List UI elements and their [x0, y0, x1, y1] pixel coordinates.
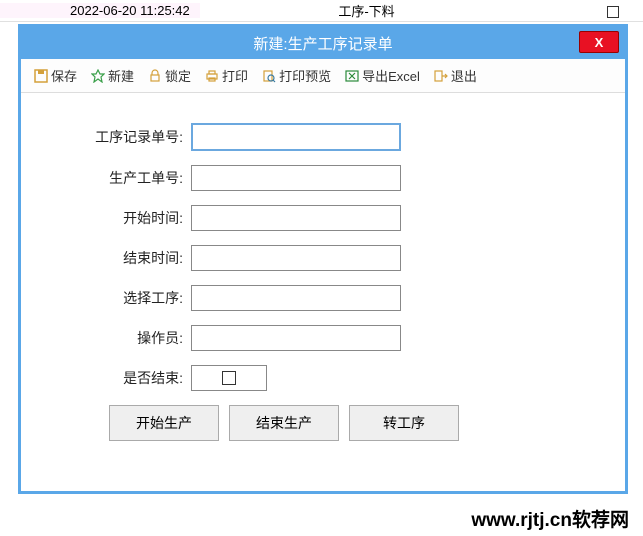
row-operator: 操作员:: [61, 325, 585, 351]
end-label: 结束生产: [256, 413, 312, 433]
exit-icon: [434, 69, 448, 83]
label-end-time: 结束时间:: [61, 248, 191, 268]
checkbox-is-finished[interactable]: [222, 371, 236, 385]
form-area: 工序记录单号: 生产工单号: 开始时间: 结束时间: 选择工序: 操作员: 是否…: [21, 93, 625, 461]
label-work-order: 生产工单号:: [61, 168, 191, 188]
row-end-time: 结束时间:: [61, 245, 585, 271]
watermark: www.rjtj.cn软荐网: [471, 505, 629, 532]
bg-checkbox[interactable]: [607, 6, 619, 18]
transfer-process-button[interactable]: 转工序: [349, 405, 459, 441]
label-record-no: 工序记录单号:: [61, 127, 191, 147]
print-label: 打印: [222, 66, 248, 85]
input-end-time[interactable]: [191, 245, 401, 271]
print-icon: [205, 69, 219, 83]
input-select-process[interactable]: [191, 285, 401, 311]
lock-label: 锁定: [165, 66, 191, 85]
titlebar: 新建:生产工序记录单 X: [21, 27, 625, 59]
save-label: 保存: [51, 66, 77, 85]
new-icon: [91, 69, 105, 83]
preview-button[interactable]: 打印预览: [257, 63, 336, 88]
label-is-finished: 是否结束:: [61, 368, 191, 388]
end-production-button[interactable]: 结束生产: [229, 405, 339, 441]
preview-icon: [262, 69, 276, 83]
input-work-order[interactable]: [191, 165, 401, 191]
save-icon: [34, 69, 48, 83]
exit-label: 退出: [451, 66, 477, 85]
close-button[interactable]: X: [579, 31, 619, 53]
bg-process: 工序-下料: [200, 1, 583, 20]
toolbar: 保存 新建 锁定 打印 打印预览: [21, 59, 625, 93]
transfer-label: 转工序: [383, 413, 425, 433]
label-operator: 操作员:: [61, 328, 191, 348]
new-label: 新建: [108, 66, 134, 85]
excel-icon: [345, 69, 359, 83]
label-select-process: 选择工序:: [61, 288, 191, 308]
print-button[interactable]: 打印: [200, 63, 253, 88]
background-grid-row: 2022-06-20 11:25:42 工序-下料: [0, 0, 643, 22]
checkbox-wrap[interactable]: [191, 365, 267, 391]
exit-button[interactable]: 退出: [429, 63, 482, 88]
start-label: 开始生产: [136, 413, 192, 433]
export-button[interactable]: 导出Excel: [340, 63, 425, 88]
bg-timestamp: 2022-06-20 11:25:42: [0, 3, 200, 18]
export-label: 导出Excel: [362, 66, 420, 85]
lock-button[interactable]: 锁定: [143, 63, 196, 88]
dialog-title: 新建:生产工序记录单: [253, 33, 392, 54]
input-start-time[interactable]: [191, 205, 401, 231]
row-work-order: 生产工单号:: [61, 165, 585, 191]
start-production-button[interactable]: 开始生产: [109, 405, 219, 441]
close-icon: X: [595, 35, 604, 50]
label-start-time: 开始时间:: [61, 208, 191, 228]
save-button[interactable]: 保存: [29, 63, 82, 88]
input-operator[interactable]: [191, 325, 401, 351]
row-record-no: 工序记录单号:: [61, 123, 585, 151]
bg-checkbox-cell: [583, 3, 643, 18]
preview-label: 打印预览: [279, 66, 331, 85]
lock-icon: [148, 69, 162, 83]
row-select-process: 选择工序:: [61, 285, 585, 311]
new-button[interactable]: 新建: [86, 63, 139, 88]
button-row: 开始生产 结束生产 转工序: [109, 405, 585, 441]
input-record-no[interactable]: [191, 123, 401, 151]
row-is-finished: 是否结束:: [61, 365, 585, 391]
dialog-window: 新建:生产工序记录单 X 保存 新建 锁定 打印: [18, 24, 628, 494]
row-start-time: 开始时间:: [61, 205, 585, 231]
